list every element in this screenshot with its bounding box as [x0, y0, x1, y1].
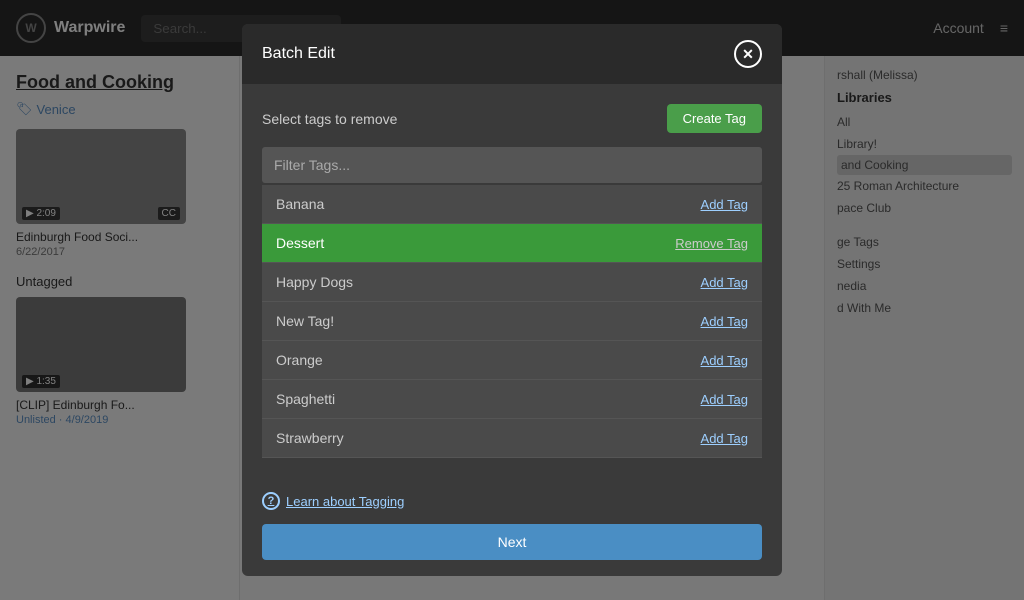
tag-row-orange: Orange Add Tag: [262, 341, 762, 380]
tag-name-new-tag: New Tag!: [276, 313, 334, 329]
tag-row-happy-dogs: Happy Dogs Add Tag: [262, 263, 762, 302]
add-tag-spaghetti[interactable]: Add Tag: [701, 392, 748, 407]
tag-name-banana: Banana: [276, 196, 324, 212]
filter-tags-input[interactable]: [262, 147, 762, 183]
add-tag-orange[interactable]: Add Tag: [701, 353, 748, 368]
tag-row-dessert: Dessert Remove Tag: [262, 224, 762, 263]
learn-about-tagging-link[interactable]: ? Learn about Tagging: [262, 492, 404, 510]
tag-name-happy-dogs: Happy Dogs: [276, 274, 353, 290]
tag-name-orange: Orange: [276, 352, 323, 368]
tag-name-spaghetti: Spaghetti: [276, 391, 335, 407]
tag-row-strawberry: Strawberry Add Tag: [262, 419, 762, 458]
close-button[interactable]: ✕: [734, 40, 762, 68]
tag-row-new-tag: New Tag! Add Tag: [262, 302, 762, 341]
add-tag-new-tag[interactable]: Add Tag: [701, 314, 748, 329]
add-tag-banana[interactable]: Add Tag: [701, 197, 748, 212]
learn-label: Learn about Tagging: [286, 494, 404, 509]
tag-name-dessert: Dessert: [276, 235, 324, 251]
tag-row-spaghetti: Spaghetti Add Tag: [262, 380, 762, 419]
tag-row-banana: Banana Add Tag: [262, 185, 762, 224]
remove-tag-dessert[interactable]: Remove Tag: [675, 236, 748, 251]
tag-name-strawberry: Strawberry: [276, 430, 344, 446]
add-tag-strawberry[interactable]: Add Tag: [701, 431, 748, 446]
modal-subtitle: Select tags to remove: [262, 111, 397, 127]
batch-edit-modal: Batch Edit ✕ Select tags to remove Creat…: [242, 24, 782, 576]
create-tag-button[interactable]: Create Tag: [667, 104, 762, 133]
modal-overlay: Batch Edit ✕ Select tags to remove Creat…: [0, 0, 1024, 600]
next-button[interactable]: Next: [262, 524, 762, 560]
modal-title: Batch Edit: [262, 45, 335, 63]
tags-list: Banana Add Tag Dessert Remove Tag Happy …: [262, 185, 762, 458]
add-tag-happy-dogs[interactable]: Add Tag: [701, 275, 748, 290]
help-icon: ?: [262, 492, 280, 510]
modal-header: Batch Edit ✕: [242, 24, 782, 84]
